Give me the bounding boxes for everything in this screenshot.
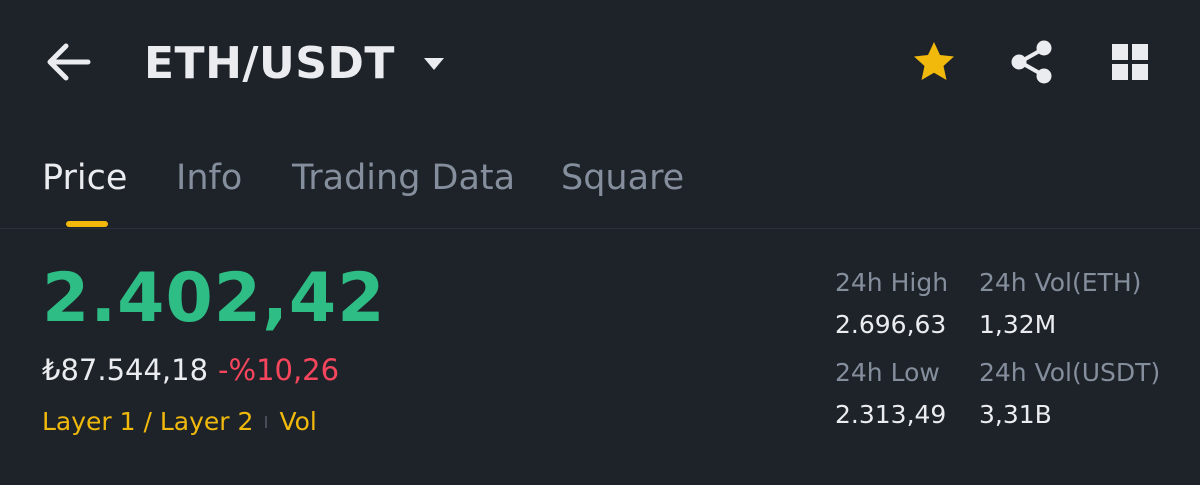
tag-separator (265, 416, 268, 428)
caret-down-icon (423, 58, 444, 70)
tab-price[interactable]: Price (42, 150, 127, 206)
arrow-left-icon (47, 43, 91, 81)
local-currency-price: ₺87.544,18 (42, 353, 209, 387)
stat-value: 2.313,49 (835, 400, 947, 429)
grid-menu-button[interactable] (1106, 38, 1154, 86)
pair-selector[interactable]: ETH/USDT (144, 36, 447, 92)
back-button[interactable] (44, 38, 96, 86)
price-change-percent: -%10,26 (218, 353, 340, 387)
price-subrow: ₺87.544,18 -%10,26 (42, 350, 339, 390)
tab-info[interactable]: Info (176, 150, 242, 206)
stat-value: 2.696,63 (835, 310, 947, 339)
stat-label: 24h Low (835, 358, 940, 387)
tag-layer[interactable]: Layer 1 / Layer 2 (42, 407, 253, 436)
favorite-button[interactable] (910, 38, 958, 86)
stat-24h-low: 24h Low 2.313,49 (835, 356, 946, 432)
stat-value: 1,32M (979, 310, 1057, 339)
stat-value: 3,31B (979, 400, 1052, 429)
top-bar: ETH/USDT (0, 0, 1200, 130)
tab-square[interactable]: Square (561, 150, 684, 206)
stat-label: 24h Vol(USDT) (979, 358, 1161, 387)
stat-24h-high: 24h High 2.696,63 (835, 266, 948, 342)
share-icon (1011, 40, 1052, 84)
share-button[interactable] (1008, 38, 1056, 86)
tab-bar: Price Info Trading Data Square (0, 150, 1200, 228)
stat-label: 24h High (835, 268, 949, 297)
star-icon (914, 42, 954, 80)
grid-icon (1112, 44, 1148, 80)
stat-24h-vol-usdt: 24h Vol(USDT) 3,31B (979, 356, 1160, 432)
active-tab-indicator (66, 221, 108, 227)
stat-24h-vol-eth: 24h Vol(ETH) 1,32M (979, 266, 1141, 342)
tag-row: Layer 1 / Layer 2 Vol (42, 404, 317, 440)
tag-vol[interactable]: Vol (279, 407, 316, 436)
pair-title: ETH/USDT (144, 38, 395, 89)
last-price: 2.402,42 (42, 259, 386, 338)
tab-divider (0, 228, 1200, 229)
stat-label: 24h Vol(ETH) (979, 268, 1142, 297)
tab-trading-data[interactable]: Trading Data (292, 150, 515, 206)
